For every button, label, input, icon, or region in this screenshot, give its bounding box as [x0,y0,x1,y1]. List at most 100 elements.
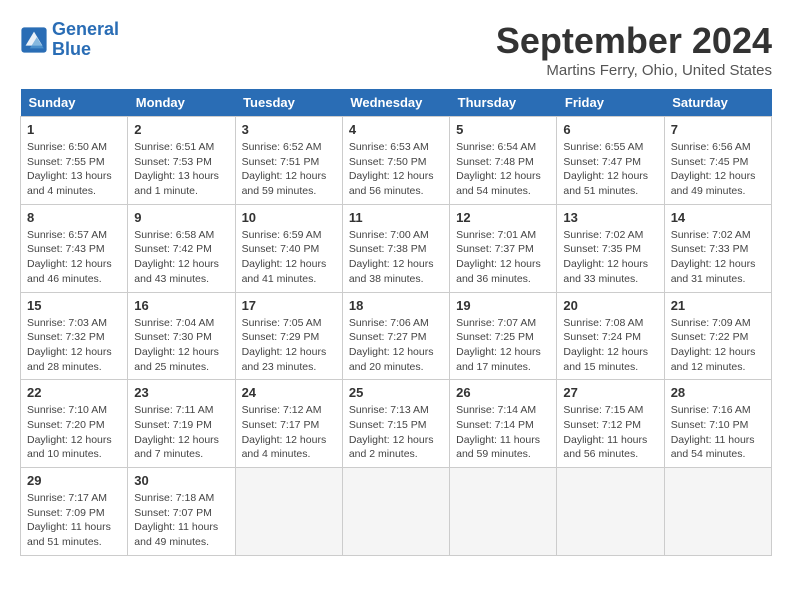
day-number: 2 [134,122,228,137]
day-number: 8 [27,210,121,225]
day-content: Sunrise: 6:57 AM Sunset: 7:43 PM Dayligh… [27,228,121,287]
day-content: Sunrise: 6:58 AM Sunset: 7:42 PM Dayligh… [134,228,228,287]
calendar-cell: 15 Sunrise: 7:03 AM Sunset: 7:32 PM Dayli… [21,292,128,380]
day-number: 20 [563,298,657,313]
day-content: Sunrise: 7:16 AM Sunset: 7:10 PM Dayligh… [671,403,765,462]
day-content: Sunrise: 7:10 AM Sunset: 7:20 PM Dayligh… [27,403,121,462]
calendar-title: September 2024 [496,20,772,62]
day-number: 21 [671,298,765,313]
calendar-cell: 12 Sunrise: 7:01 AM Sunset: 7:37 PM Dayli… [450,204,557,292]
day-content: Sunrise: 6:55 AM Sunset: 7:47 PM Dayligh… [563,140,657,199]
day-number: 10 [242,210,336,225]
week-row-5: 29 Sunrise: 7:17 AM Sunset: 7:09 PM Dayli… [21,468,772,556]
day-number: 23 [134,385,228,400]
calendar-cell [450,468,557,556]
day-number: 9 [134,210,228,225]
calendar-cell: 22 Sunrise: 7:10 AM Sunset: 7:20 PM Dayli… [21,380,128,468]
week-row-3: 15 Sunrise: 7:03 AM Sunset: 7:32 PM Dayli… [21,292,772,380]
calendar-cell [557,468,664,556]
day-content: Sunrise: 7:13 AM Sunset: 7:15 PM Dayligh… [349,403,443,462]
day-content: Sunrise: 7:04 AM Sunset: 7:30 PM Dayligh… [134,316,228,375]
day-number: 6 [563,122,657,137]
day-content: Sunrise: 6:50 AM Sunset: 7:55 PM Dayligh… [27,140,121,199]
day-content: Sunrise: 7:17 AM Sunset: 7:09 PM Dayligh… [27,491,121,550]
day-number: 13 [563,210,657,225]
day-number: 22 [27,385,121,400]
header-wednesday: Wednesday [342,89,449,117]
day-content: Sunrise: 6:56 AM Sunset: 7:45 PM Dayligh… [671,140,765,199]
week-row-1: 1 Sunrise: 6:50 AM Sunset: 7:55 PM Daylig… [21,117,772,205]
header-saturday: Saturday [664,89,771,117]
calendar-cell: 3Sunrise: 6:52 AM Sunset: 7:51 PM Daylig… [235,117,342,205]
calendar-cell: 4 Sunrise: 6:53 AM Sunset: 7:50 PM Daylig… [342,117,449,205]
calendar-table: Sunday Monday Tuesday Wednesday Thursday… [20,89,772,556]
calendar-cell: 2 Sunrise: 6:51 AM Sunset: 7:53 PM Daylig… [128,117,235,205]
header-friday: Friday [557,89,664,117]
calendar-cell: 28 Sunrise: 7:16 AM Sunset: 7:10 PM Dayli… [664,380,771,468]
day-content: Sunrise: 7:18 AM Sunset: 7:07 PM Dayligh… [134,491,228,550]
day-number: 27 [563,385,657,400]
day-number: 1 [27,122,121,137]
day-number: 30 [134,473,228,488]
day-content: Sunrise: 7:14 AM Sunset: 7:14 PM Dayligh… [456,403,550,462]
logo-line2: Blue [52,39,91,59]
day-content: Sunrise: 7:02 AM Sunset: 7:33 PM Dayligh… [671,228,765,287]
calendar-cell: 20Sunrise: 7:08 AM Sunset: 7:24 PM Dayli… [557,292,664,380]
day-number: 26 [456,385,550,400]
day-number: 24 [242,385,336,400]
calendar-cell: 1 Sunrise: 6:50 AM Sunset: 7:55 PM Daylig… [21,117,128,205]
day-content: Sunrise: 7:03 AM Sunset: 7:32 PM Dayligh… [27,316,121,375]
calendar-cell: 25Sunrise: 7:13 AM Sunset: 7:15 PM Dayli… [342,380,449,468]
day-content: Sunrise: 6:52 AM Sunset: 7:51 PM Dayligh… [242,140,336,199]
day-number: 12 [456,210,550,225]
day-content: Sunrise: 6:53 AM Sunset: 7:50 PM Dayligh… [349,140,443,199]
calendar-cell: 29 Sunrise: 7:17 AM Sunset: 7:09 PM Dayli… [21,468,128,556]
day-content: Sunrise: 6:59 AM Sunset: 7:40 PM Dayligh… [242,228,336,287]
calendar-cell [664,468,771,556]
calendar-cell: 13 Sunrise: 7:02 AM Sunset: 7:35 PM Dayli… [557,204,664,292]
calendar-cell: 23 Sunrise: 7:11 AM Sunset: 7:19 PM Dayli… [128,380,235,468]
day-content: Sunrise: 7:12 AM Sunset: 7:17 PM Dayligh… [242,403,336,462]
logo-text: General Blue [52,20,119,60]
header-thursday: Thursday [450,89,557,117]
logo-icon [20,26,48,54]
calendar-cell: 5Sunrise: 6:54 AM Sunset: 7:48 PM Daylig… [450,117,557,205]
day-content: Sunrise: 7:05 AM Sunset: 7:29 PM Dayligh… [242,316,336,375]
day-number: 15 [27,298,121,313]
day-content: Sunrise: 6:51 AM Sunset: 7:53 PM Dayligh… [134,140,228,199]
calendar-cell: 11 Sunrise: 7:00 AM Sunset: 7:38 PM Dayli… [342,204,449,292]
day-content: Sunrise: 7:02 AM Sunset: 7:35 PM Dayligh… [563,228,657,287]
calendar-cell: 14Sunrise: 7:02 AM Sunset: 7:33 PM Dayli… [664,204,771,292]
header-monday: Monday [128,89,235,117]
day-number: 28 [671,385,765,400]
calendar-cell: 8 Sunrise: 6:57 AM Sunset: 7:43 PM Daylig… [21,204,128,292]
day-content: Sunrise: 7:00 AM Sunset: 7:38 PM Dayligh… [349,228,443,287]
calendar-subtitle: Martins Ferry, Ohio, United States [496,62,772,79]
calendar-cell: 26 Sunrise: 7:14 AM Sunset: 7:14 PM Dayli… [450,380,557,468]
calendar-cell: 21Sunrise: 7:09 AM Sunset: 7:22 PM Dayli… [664,292,771,380]
day-number: 17 [242,298,336,313]
calendar-cell [235,468,342,556]
calendar-cell: 10 Sunrise: 6:59 AM Sunset: 7:40 PM Dayli… [235,204,342,292]
day-content: Sunrise: 7:15 AM Sunset: 7:12 PM Dayligh… [563,403,657,462]
calendar-cell: 27 Sunrise: 7:15 AM Sunset: 7:12 PM Dayli… [557,380,664,468]
calendar-cell: 30 Sunrise: 7:18 AM Sunset: 7:07 PM Dayli… [128,468,235,556]
day-number: 16 [134,298,228,313]
calendar-cell: 24 Sunrise: 7:12 AM Sunset: 7:17 PM Dayli… [235,380,342,468]
day-number: 7 [671,122,765,137]
day-content: Sunrise: 7:01 AM Sunset: 7:37 PM Dayligh… [456,228,550,287]
header-sunday: Sunday [21,89,128,117]
calendar-cell [342,468,449,556]
calendar-cell: 19Sunrise: 7:07 AM Sunset: 7:25 PM Dayli… [450,292,557,380]
calendar-cell: 16 Sunrise: 7:04 AM Sunset: 7:30 PM Dayli… [128,292,235,380]
day-number: 29 [27,473,121,488]
day-content: Sunrise: 7:11 AM Sunset: 7:19 PM Dayligh… [134,403,228,462]
header-row: Sunday Monday Tuesday Wednesday Thursday… [21,89,772,117]
day-content: Sunrise: 7:06 AM Sunset: 7:27 PM Dayligh… [349,316,443,375]
calendar-cell: 18Sunrise: 7:06 AM Sunset: 7:27 PM Dayli… [342,292,449,380]
day-number: 11 [349,210,443,225]
day-number: 4 [349,122,443,137]
header-tuesday: Tuesday [235,89,342,117]
day-number: 5 [456,122,550,137]
calendar-cell: 17 Sunrise: 7:05 AM Sunset: 7:29 PM Dayli… [235,292,342,380]
